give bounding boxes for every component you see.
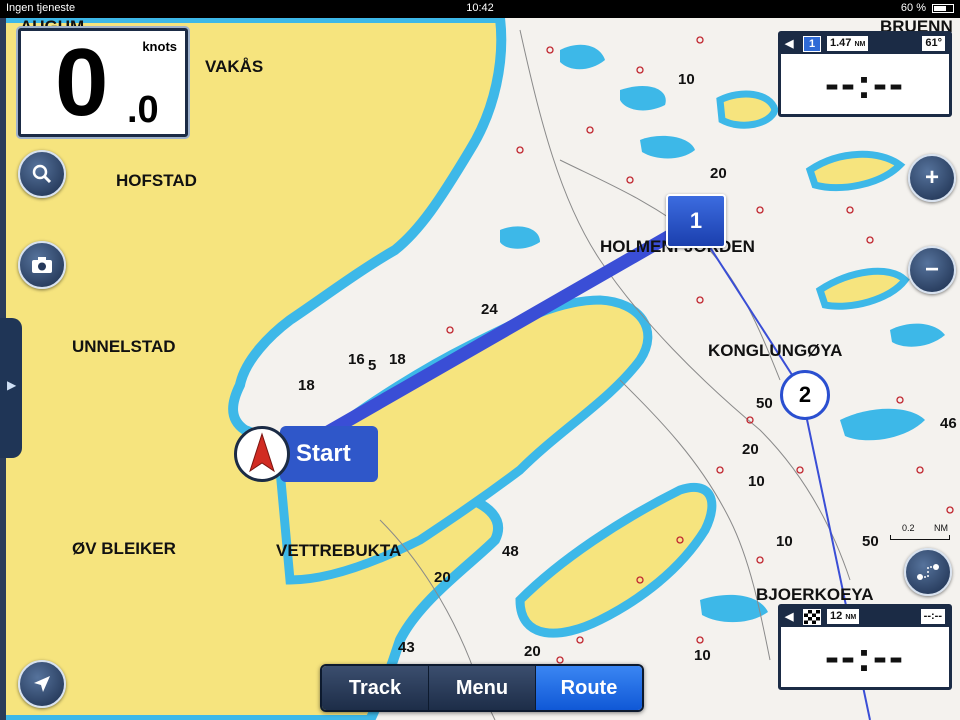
waypoint-eta: --:-- — [825, 60, 905, 107]
waypoint-number: 1 — [803, 36, 821, 52]
place-label: ØV BLEIKER — [72, 539, 176, 558]
depth-label: 20 — [434, 569, 451, 586]
zoom-out-icon: − — [924, 256, 939, 283]
place-label: VETTREBUKTA — [276, 541, 401, 560]
battery-icon — [932, 3, 954, 13]
waypoint-1-marker[interactable]: 1 — [666, 194, 726, 248]
island-ne1 — [716, 90, 779, 129]
camera-button[interactable] — [18, 241, 66, 289]
place-label: UNNELSTAD — [72, 337, 176, 356]
mode-toolbar: Track Menu Route — [320, 664, 644, 712]
depth-label: 10 — [748, 473, 765, 490]
scale-value: 0.2 — [902, 523, 915, 533]
place-label: KONGLUNGØYA — [708, 341, 842, 360]
route-button[interactable]: Route — [536, 666, 642, 710]
route-start-label[interactable]: Start — [280, 426, 378, 482]
menu-button[interactable]: Menu — [429, 666, 536, 710]
arrow-left-icon: ◀ — [785, 38, 794, 50]
chevron-right-icon: ▶ — [7, 378, 17, 392]
waypoint-bearing: 61° — [922, 36, 945, 51]
waypoint-distance: 12 NM — [827, 609, 860, 624]
depth-label: 16 — [348, 351, 365, 368]
battery-status: 60 % — [901, 2, 954, 14]
locate-icon — [34, 676, 50, 692]
depth-label: 18 — [298, 377, 315, 394]
depth-label: 10 — [694, 647, 711, 664]
camera-icon — [32, 257, 52, 273]
depth-label: 24 — [481, 301, 498, 318]
depth-label: 10 — [678, 71, 695, 88]
speed-display[interactable]: knots 0 .0 — [18, 28, 188, 137]
depth-label: 48 — [502, 543, 519, 560]
depth-label: 20 — [710, 165, 727, 182]
depth-label: 43 — [398, 639, 415, 656]
sidebar-toggle[interactable]: ▶ — [0, 318, 22, 458]
track-button[interactable]: Track — [322, 666, 429, 710]
waypoint-info-top[interactable]: ◀ 1 1.47 NM 61° --:-- — [778, 31, 952, 117]
depth-label: 50 — [862, 533, 879, 550]
depth-label: 20 — [524, 643, 541, 660]
place-label: BJOERKOEYA — [756, 585, 873, 604]
clock: 10:42 — [466, 2, 494, 14]
route-tool-icon — [917, 564, 939, 580]
depth-label: 10 — [776, 533, 793, 550]
waypoint-info-bottom[interactable]: ◀ 12 NM --:-- --:-- — [778, 604, 952, 690]
zoom-out-button[interactable]: − — [908, 246, 956, 294]
battery-percent: 60 % — [900, 2, 926, 14]
depth-label: 46 — [940, 415, 957, 432]
arrow-left-icon: ◀ — [785, 611, 794, 623]
depth-label: 20 — [742, 441, 759, 458]
distance-value: 12 — [830, 610, 843, 622]
zoom-in-button[interactable]: + — [908, 154, 956, 202]
route-tool-button[interactable] — [904, 548, 952, 596]
locate-button[interactable] — [18, 660, 66, 708]
status-bar: Ingen tjeneste 10:42 60 % — [0, 0, 960, 18]
search-icon — [32, 164, 52, 184]
speed-unit: knots — [142, 39, 177, 54]
distance-unit: NM — [854, 41, 866, 48]
depth-label: 5 — [368, 357, 376, 374]
map-scale: 0.2 NM — [890, 523, 950, 543]
place-label: HOFSTAD — [116, 171, 197, 190]
waypoint-eta-small: --:-- — [920, 609, 945, 624]
waypoint-header: ◀ 1 1.47 NM 61° — [781, 34, 949, 54]
search-button[interactable] — [18, 150, 66, 198]
waypoint-eta: --:-- — [825, 633, 905, 680]
boat-position[interactable] — [234, 426, 290, 482]
distance-unit: NM — [845, 614, 857, 621]
waypoint-2-marker[interactable]: 2 — [780, 370, 830, 420]
scale-unit: NM — [934, 523, 948, 533]
depth-label: 18 — [389, 351, 406, 368]
speed-value: 0 — [55, 29, 108, 136]
boat-icon — [249, 432, 275, 473]
speed-decimal: .0 — [127, 89, 159, 131]
place-label: VAKÅS — [205, 57, 263, 76]
distance-value: 1.47 — [830, 37, 852, 49]
waypoint-distance: 1.47 NM — [827, 36, 869, 51]
depth-label: 50 — [756, 395, 773, 412]
waypoint-header: ◀ 12 NM --:-- — [781, 607, 949, 627]
finish-flag-icon — [803, 609, 821, 625]
zoom-in-icon: + — [924, 164, 939, 191]
scale-bar — [890, 535, 950, 540]
